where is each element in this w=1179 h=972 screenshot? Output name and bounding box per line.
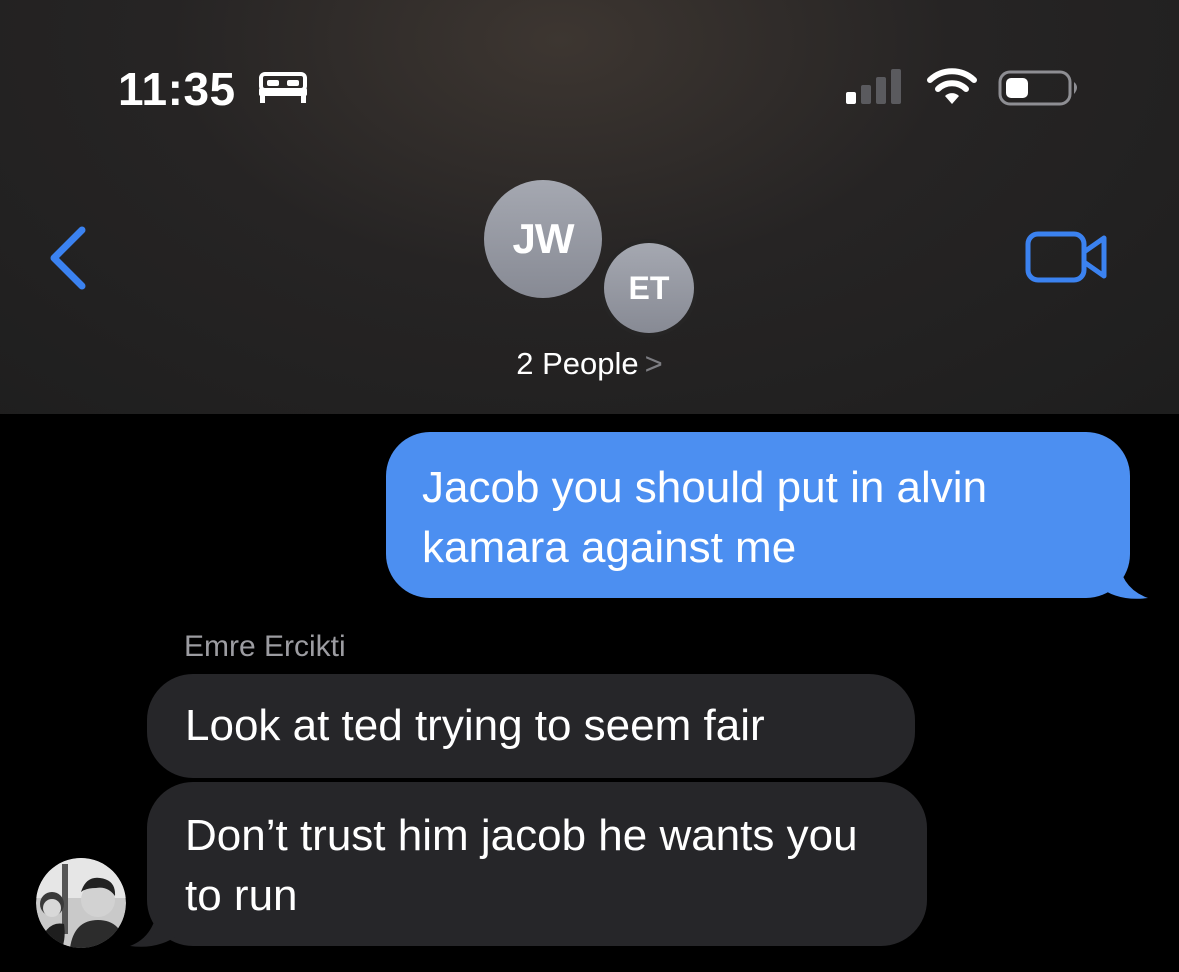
contact-photo-avatar[interactable]: [36, 858, 126, 948]
battery-icon: [998, 70, 1077, 106]
incoming-message-bubble[interactable]: Look at ted trying to seem fair: [147, 674, 915, 778]
message-text: Don’t trust him jacob he wants you to ru…: [185, 811, 858, 920]
sender-name: Emre Ercikti: [184, 630, 346, 663]
bed-icon: [259, 72, 307, 103]
back-button[interactable]: [44, 222, 94, 294]
bubble-tail: [1098, 556, 1148, 599]
participant-avatar-jw[interactable]: JW: [484, 180, 602, 298]
avatar-initials: JW: [512, 215, 575, 262]
chevron-right-icon: >: [644, 346, 663, 381]
outgoing-message-bubble[interactable]: Jacob you should put in alvin kamara aga…: [386, 432, 1130, 598]
wifi-icon: [927, 68, 977, 104]
video-camera-icon: [1025, 231, 1107, 283]
status-time: 11:35: [118, 63, 236, 115]
message-text: Look at ted trying to seem fair: [185, 701, 765, 750]
conversation-header: 11:35 JW ET 2 People >: [0, 0, 1179, 414]
avatar-initials: ET: [628, 269, 670, 306]
cellular-signal-icon: [846, 69, 901, 104]
group-details-button[interactable]: 2 People >: [0, 346, 1179, 382]
incoming-message-bubble[interactable]: Don’t trust him jacob he wants you to ru…: [147, 782, 927, 946]
participant-avatar-et[interactable]: ET: [604, 243, 694, 333]
bubble-tail: [130, 902, 180, 947]
chevron-left-icon: [50, 226, 86, 290]
message-text: Jacob you should put in alvin kamara aga…: [422, 463, 988, 572]
facetime-video-button[interactable]: [1024, 228, 1110, 286]
messages-screen: 11:35 JW ET 2 People > Jacob you should …: [0, 0, 1179, 972]
group-label: 2 People: [516, 346, 639, 381]
